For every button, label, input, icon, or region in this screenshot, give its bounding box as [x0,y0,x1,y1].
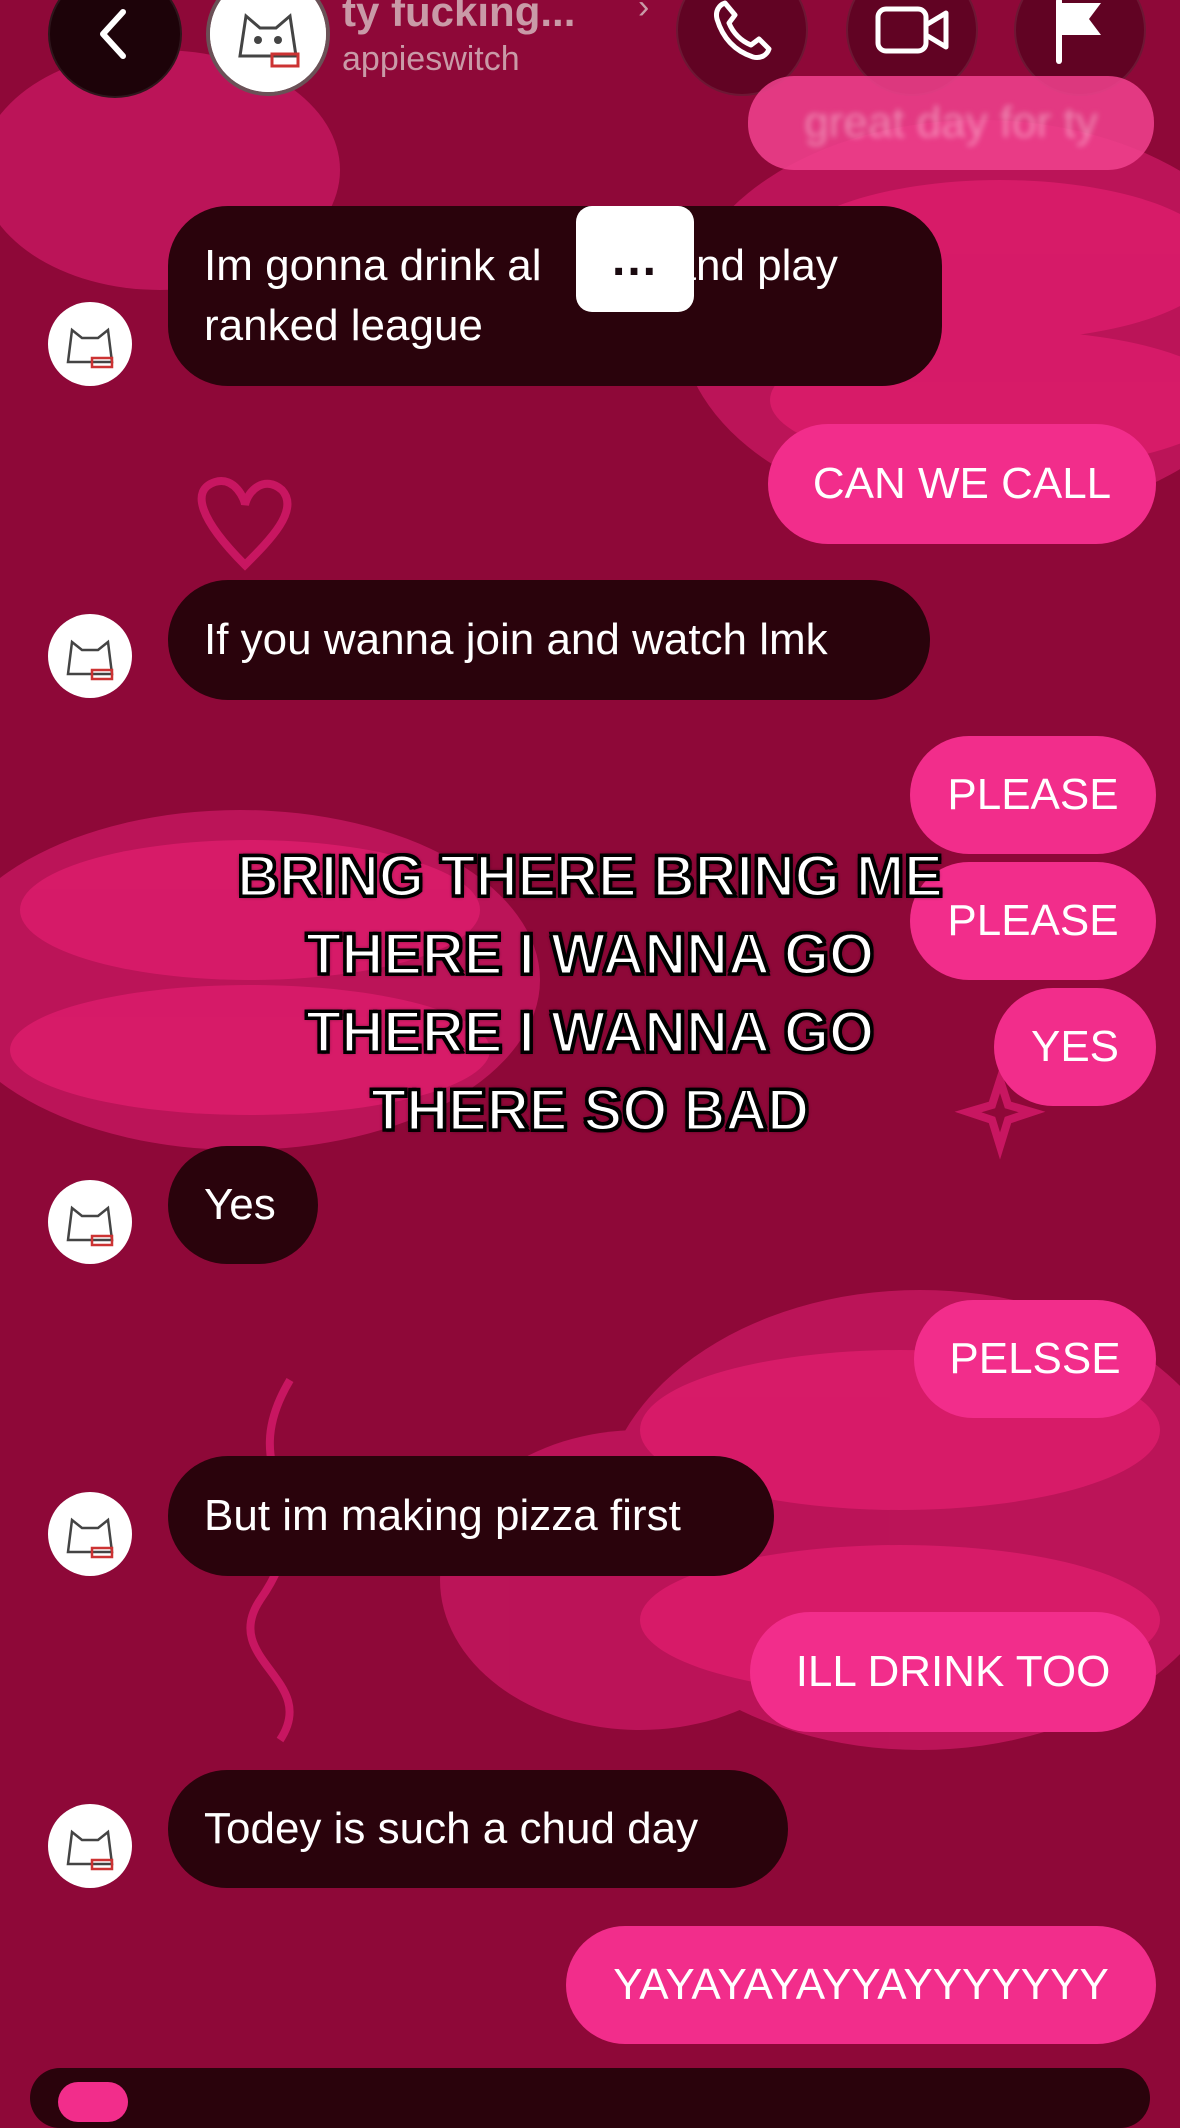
caption-line: THERE I WANNA GO [304,921,875,989]
cat-drawing-icon [66,327,114,369]
message-text: Im gonna drink al [204,241,542,290]
camera-button[interactable] [58,2082,128,2122]
contact-handle: appieswitch [342,40,520,78]
caption-line: BRING THERE BRING ME [236,843,945,911]
flag-icon [1056,0,1101,64]
sender-avatar[interactable] [48,1804,132,1888]
incoming-message[interactable]: Im gonna drink al and play ranked league [168,206,942,386]
phone-icon [714,0,772,60]
message-text: ranked league [204,301,483,350]
typing-indicator: ... [576,206,694,312]
sender-avatar[interactable] [48,1492,132,1576]
cat-drawing-icon [66,639,114,681]
outgoing-message[interactable]: YAYAYAYAYYAYYYYYYY [566,1926,1156,2044]
incoming-message[interactable]: Todey is such a chud day [168,1770,788,1888]
message-text: and play [671,241,838,290]
caption-line: THERE SO BAD [369,1077,810,1145]
message-composer[interactable] [30,2068,1150,2128]
incoming-message[interactable]: But im making pizza first [168,1456,774,1576]
contact-name[interactable]: ty fucking... [342,0,575,36]
cat-drawing-icon [66,1517,114,1559]
sender-avatar[interactable] [48,1180,132,1264]
incoming-message[interactable]: If you wanna join and watch lmk [168,580,930,700]
faded-message: great day for ty [748,76,1154,170]
outgoing-message[interactable]: PLEASE [910,736,1156,854]
sender-avatar[interactable] [48,302,132,386]
outgoing-message[interactable]: CAN WE CALL [768,424,1156,544]
chevron-right-icon: › [638,0,650,26]
video-icon [875,6,949,54]
incoming-message[interactable]: Yes [168,1146,318,1264]
cat-drawing-icon [66,1829,114,1871]
cat-drawing-icon [66,1205,114,1247]
cat-drawing-icon [210,0,326,92]
outgoing-message[interactable]: ILL DRINK TOO [750,1612,1156,1732]
caption-line: THERE I WANNA GO [304,999,875,1067]
back-icon [100,9,126,59]
video-caption-overlay: BRING THERE BRING ME THERE I WANNA GO TH… [150,838,1030,1150]
outgoing-message[interactable]: PELSSE [914,1300,1156,1418]
sender-avatar[interactable] [48,614,132,698]
